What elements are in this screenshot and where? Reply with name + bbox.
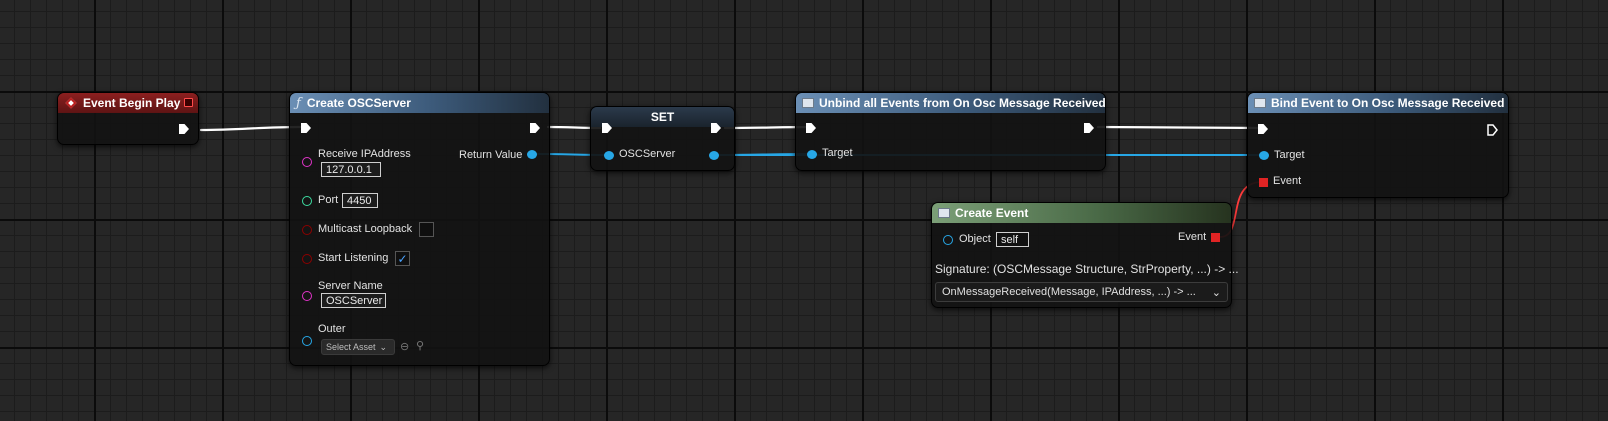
- return-value-pin[interactable]: [527, 150, 537, 159]
- function-box-icon: [802, 98, 814, 108]
- function-box-icon: [1254, 98, 1266, 108]
- return-value-label: Return Value: [459, 149, 523, 161]
- unbind-all-events-node[interactable]: Unbind all Events from On Osc Message Re…: [795, 92, 1106, 171]
- node-header: Create Event: [932, 203, 1231, 223]
- outer-asset-select[interactable]: Select Asset ⌄: [321, 339, 395, 355]
- exec-output-pin[interactable]: [1084, 123, 1094, 133]
- exec-input-pin[interactable]: [806, 123, 816, 133]
- chevron-down-icon: ⌄: [1211, 286, 1221, 299]
- function-box-icon: [938, 208, 950, 218]
- event-label: Event: [1178, 231, 1207, 243]
- exec-wire-unbind-bind: [1096, 125, 1264, 130]
- object-input[interactable]: self: [996, 232, 1029, 247]
- function-select-value: OnMessageReceived(Message, IPAddress, ..…: [942, 286, 1196, 298]
- create-event-node[interactable]: Create Event Object self Event Signature…: [931, 202, 1239, 308]
- browse-search-icon[interactable]: ⚲: [416, 339, 424, 352]
- node-title: Create Event: [955, 206, 1029, 220]
- osc-server-label: OSCServer: [619, 148, 676, 160]
- port-input[interactable]: 4450: [342, 193, 378, 208]
- multicast-loopback-pin[interactable]: [302, 225, 312, 235]
- osc-server-input-pin[interactable]: [604, 151, 614, 160]
- event-begin-play-node[interactable]: Event Begin Play: [57, 92, 199, 145]
- event-diamond-icon: [65, 97, 77, 109]
- multicast-loopback-checkbox[interactable]: [419, 222, 434, 237]
- outer-pin[interactable]: [302, 336, 312, 346]
- outer-label: Outer: [318, 323, 346, 335]
- start-listening-checkbox[interactable]: ✓: [395, 251, 410, 266]
- wire-layer: [199, 125, 1264, 238]
- node-header: Event Begin Play: [58, 93, 198, 113]
- bind-event-node[interactable]: Bind Event to On Osc Message Received Ta…: [1247, 92, 1509, 198]
- exec-wire-beginplay-create: [199, 125, 302, 132]
- exec-output-pin[interactable]: [530, 123, 540, 133]
- receive-ip-pin[interactable]: [302, 157, 312, 167]
- node-title: Create OSCServer: [306, 96, 411, 110]
- create-osc-server-node[interactable]: ƒ Create OSCServer Return Value Receive …: [289, 92, 550, 366]
- exec-input-pin[interactable]: [1258, 124, 1268, 134]
- object-label: Object: [959, 233, 991, 245]
- node-header: Bind Event to On Osc Message Received: [1248, 93, 1508, 113]
- node-title: SET: [650, 110, 675, 124]
- exec-output-pin[interactable]: [179, 124, 189, 134]
- port-pin[interactable]: [302, 196, 312, 206]
- osc-server-output-pin[interactable]: [709, 151, 719, 160]
- node-title: Bind Event to On Osc Message Received: [1271, 96, 1505, 110]
- target-label: Target: [822, 147, 853, 159]
- node-header: ƒ Create OSCServer: [290, 93, 549, 113]
- server-name-pin[interactable]: [302, 291, 312, 301]
- use-selected-asset-icon[interactable]: ⊖: [400, 340, 409, 353]
- target-label: Target: [1274, 149, 1305, 161]
- node-header: Unbind all Events from On Osc Message Re…: [796, 93, 1105, 113]
- chevron-down-icon: ⌄: [379, 341, 388, 352]
- event-output-pin[interactable]: [1211, 233, 1220, 242]
- exec-input-pin[interactable]: [301, 123, 311, 133]
- multicast-loopback-label: Multicast Loopback: [318, 223, 413, 235]
- node-title: Unbind all Events from On Osc Message Re…: [819, 96, 1105, 110]
- signature-text: Signature: (OSCMessage Structure, StrPro…: [935, 262, 1239, 276]
- server-name-label: Server Name: [318, 280, 383, 292]
- function-icon: ƒ: [296, 95, 301, 111]
- receive-ip-label: Receive IPAddress: [318, 148, 411, 160]
- event-label: Event: [1273, 175, 1302, 187]
- target-pin[interactable]: [1259, 151, 1269, 160]
- start-listening-pin[interactable]: [302, 254, 312, 264]
- event-delegate-pin[interactable]: [1259, 178, 1268, 187]
- object-pin[interactable]: [943, 235, 953, 245]
- set-variable-node[interactable]: SET OSCServer: [590, 106, 735, 171]
- target-pin[interactable]: [807, 150, 817, 159]
- server-name-input[interactable]: OSCServer: [321, 293, 386, 308]
- asset-select-label: Select Asset: [326, 342, 376, 352]
- start-listening-label: Start Listening: [318, 252, 389, 264]
- port-label: Port: [318, 194, 339, 206]
- output-delegate-icon[interactable]: [184, 98, 193, 107]
- node-title: Event Begin Play: [83, 96, 181, 110]
- receive-ip-input[interactable]: 127.0.0.1: [321, 162, 381, 177]
- function-select-dropdown[interactable]: OnMessageReceived(Message, IPAddress, ..…: [935, 282, 1228, 302]
